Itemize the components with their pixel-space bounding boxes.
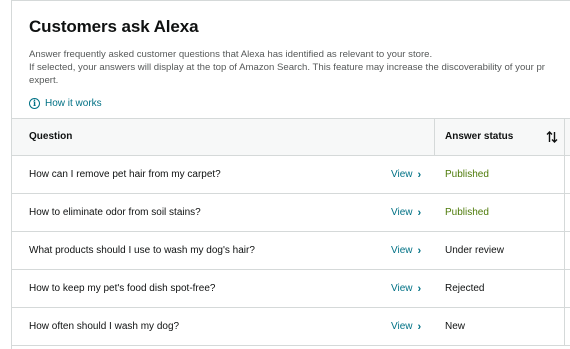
column-divider [434, 119, 435, 156]
customers-ask-alexa-panel: Customers ask Alexa Answer frequently as… [11, 0, 570, 349]
answer-status: Published [445, 169, 489, 180]
question-text: How to eliminate odor from soil stains? [29, 207, 201, 218]
view-label: View [391, 321, 413, 332]
view-label: View [391, 283, 413, 294]
table-row: How to eliminate odor from soil stains? V… [12, 194, 570, 232]
column-divider [564, 308, 565, 345]
column-divider [564, 156, 565, 193]
table-header: Question Answer status [12, 118, 570, 156]
view-label: View [391, 169, 413, 180]
column-divider [564, 194, 565, 231]
chevron-right-icon: › [417, 168, 422, 181]
page-title: Customers ask Alexa [29, 17, 199, 36]
how-it-works-link[interactable]: i How it works [29, 98, 102, 109]
view-link[interactable]: View › [391, 207, 421, 218]
column-header-question: Question [29, 131, 73, 142]
column-divider [564, 270, 565, 307]
description: Answer frequently asked customer questio… [29, 48, 570, 87]
question-text: What products should I use to wash my do… [29, 245, 255, 256]
description-line-1: Answer frequently asked customer questio… [29, 49, 433, 60]
description-line-2: If selected, your answers will display a… [29, 62, 546, 73]
view-link[interactable]: View › [391, 321, 421, 332]
view-label: View [391, 245, 413, 256]
panel-header: Customers ask Alexa Answer frequently as… [12, 1, 570, 111]
table-body: How can I remove pet hair from my carpet… [12, 156, 570, 346]
sort-icon[interactable] [546, 130, 558, 144]
question-text: How often should I wash my dog? [29, 321, 180, 332]
view-link[interactable]: View › [391, 283, 421, 294]
how-it-works-label: How it works [45, 98, 102, 109]
answer-status: Rejected [445, 283, 485, 294]
table-row: What products should I use to wash my do… [12, 232, 570, 270]
view-label: View [391, 207, 413, 218]
column-divider [564, 232, 565, 269]
table-row: How often should I wash my dog? View › New [12, 308, 570, 346]
table-row: How can I remove pet hair from my carpet… [12, 156, 570, 194]
question-text: How can I remove pet hair from my carpet… [29, 169, 221, 180]
questions-table: Question Answer status How can I remove … [12, 118, 570, 346]
view-link[interactable]: View › [391, 169, 421, 180]
chevron-right-icon: › [417, 282, 422, 295]
answer-status: Under review [445, 245, 504, 256]
view-link[interactable]: View › [391, 245, 421, 256]
column-header-answer-status[interactable]: Answer status [445, 131, 513, 142]
answer-status: New [445, 321, 466, 332]
table-row: How to keep my pet's food dish spot-free… [12, 270, 570, 308]
answer-status: Published [445, 207, 489, 218]
chevron-right-icon: › [417, 206, 422, 219]
question-text: How to keep my pet's food dish spot-free… [29, 283, 216, 294]
info-icon: i [29, 98, 40, 109]
chevron-right-icon: › [417, 320, 422, 333]
description-line-3: expert. [29, 75, 59, 86]
column-divider [564, 119, 565, 156]
chevron-right-icon: › [417, 244, 422, 257]
